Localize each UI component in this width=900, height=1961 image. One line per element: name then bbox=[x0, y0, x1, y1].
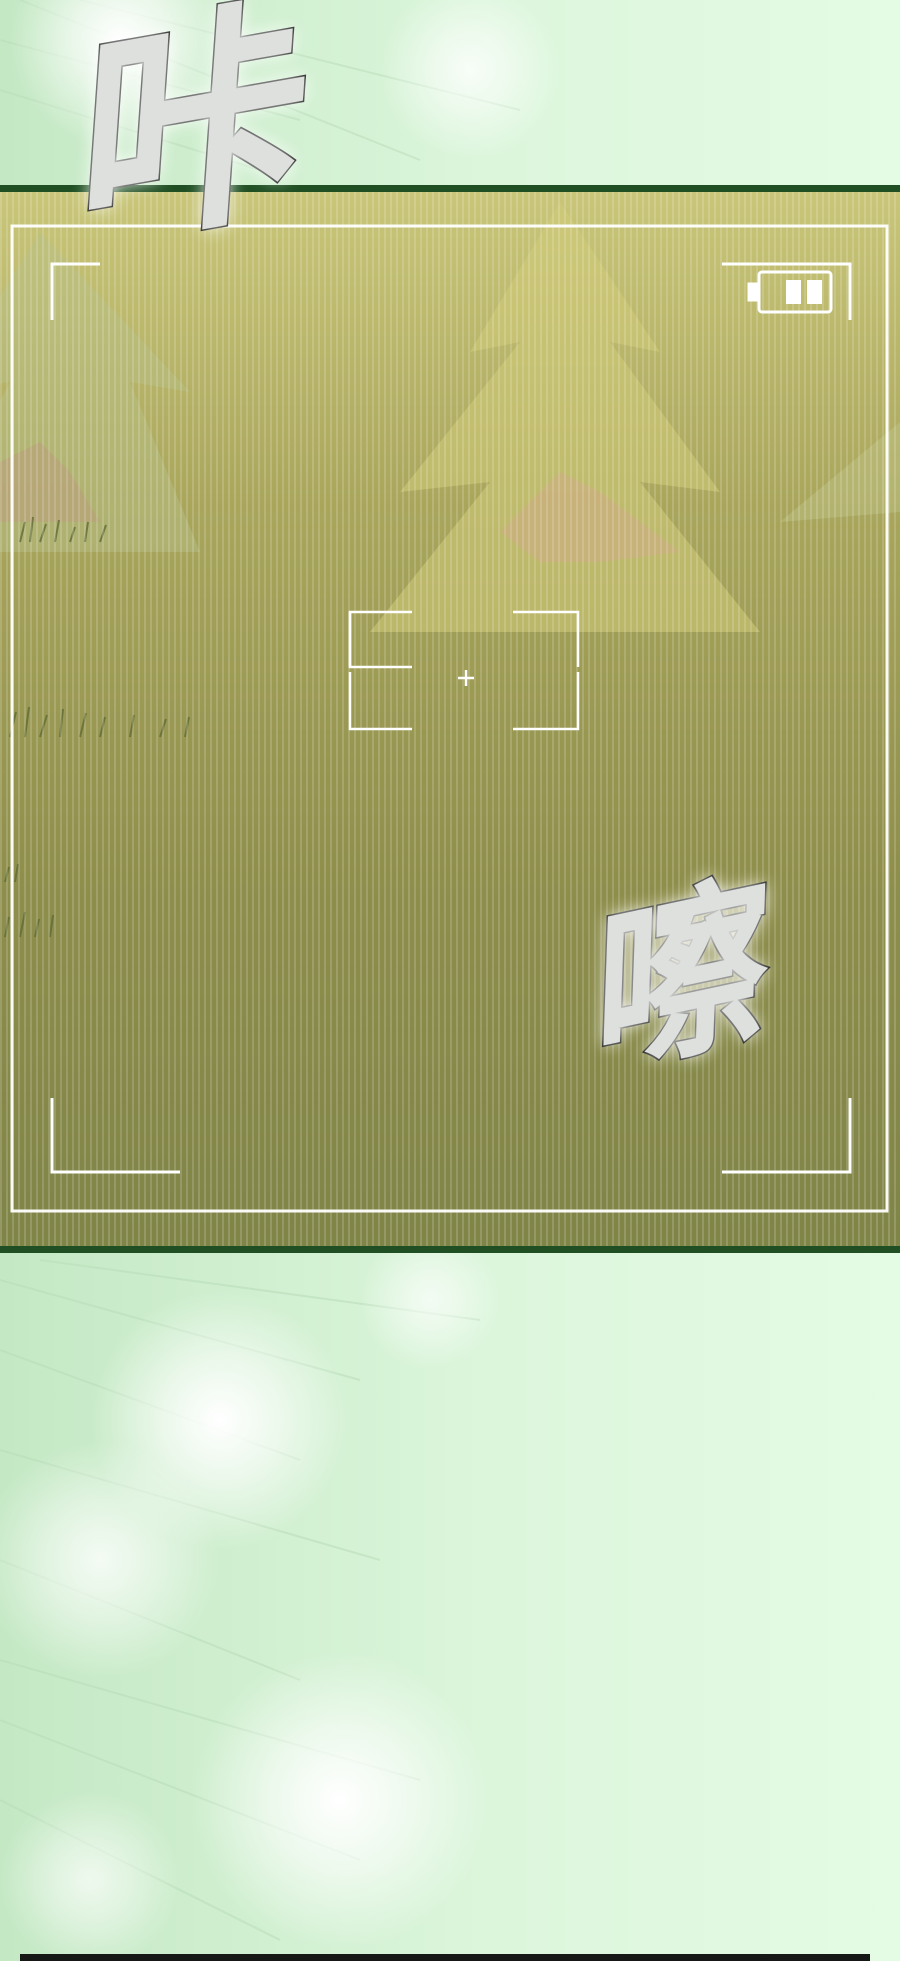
forest-scene bbox=[0, 192, 900, 1246]
sfx-click-top: 咔 bbox=[68, 0, 319, 288]
sfx-click-bottom: 嚓 bbox=[590, 851, 777, 1107]
next-panel-edge bbox=[20, 1954, 870, 1961]
camera-viewfinder-panel bbox=[0, 185, 900, 1253]
